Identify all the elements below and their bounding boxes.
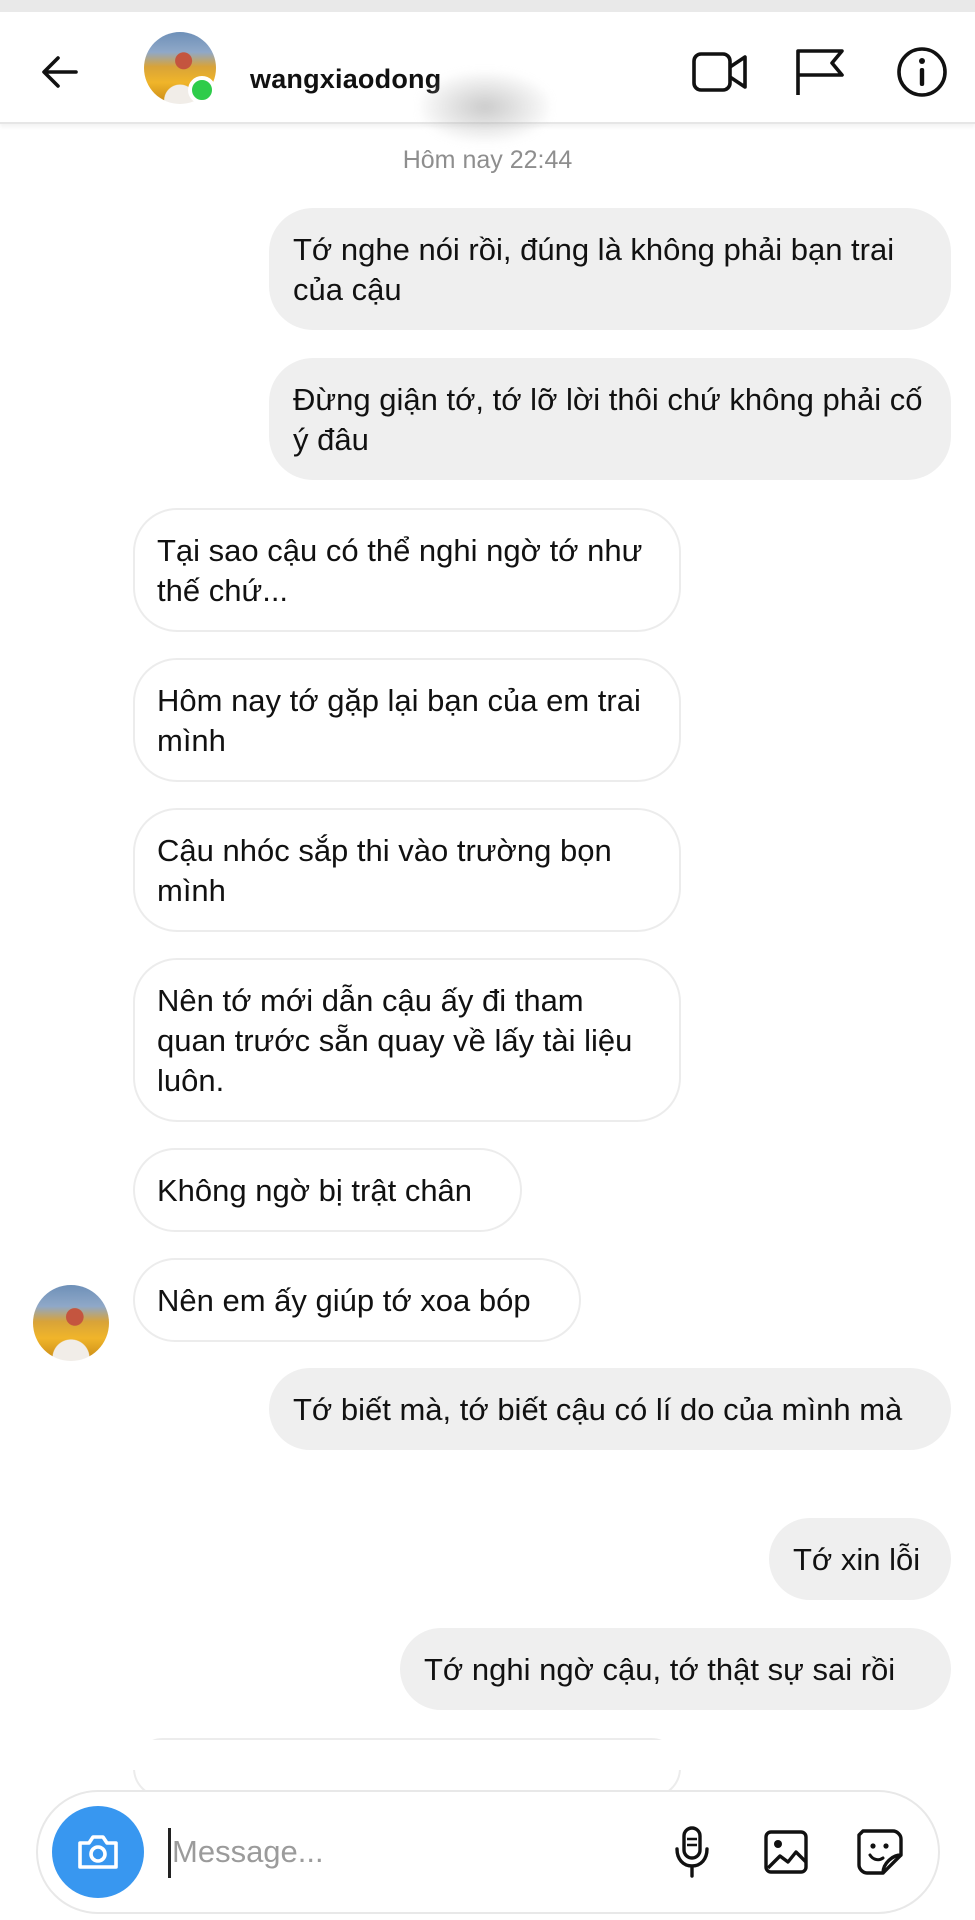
blurred-area [420,72,550,142]
outgoing-message[interactable]: Tớ xin lỗi [769,1518,951,1600]
contact-avatar-button[interactable] [144,32,216,104]
camera-icon [78,1835,118,1869]
status-strip [0,0,975,12]
gallery-icon [764,1830,808,1874]
video-call-button[interactable] [688,40,752,104]
sender-avatar[interactable] [33,1285,109,1361]
incoming-message[interactable]: Hôm nay tớ gặp lại bạn của em trai mình [133,658,681,782]
online-status-dot [188,76,216,104]
back-button[interactable] [30,42,90,102]
gallery-button[interactable] [750,1816,822,1888]
video-call-icon [692,52,747,92]
back-arrow-icon [42,56,78,88]
incoming-message[interactable]: Nên tớ mới dẫn cậu ấy đi tham quan trước… [133,958,681,1122]
sticker-button[interactable] [844,1816,916,1888]
info-button[interactable] [890,40,954,104]
message-timestamp: Hôm nay 22:44 [402,146,573,174]
composer-backdrop [0,1740,975,1770]
contact-username[interactable]: wangxiaodong [250,64,441,95]
incoming-message[interactable]: Tại sao cậu có thể nghi ngờ tớ như thế c… [133,508,681,632]
outgoing-message[interactable]: Tớ nghi ngờ cậu, tớ thật sự sai rồi [400,1628,951,1710]
flag-icon [796,49,844,95]
voice-message-button[interactable] [656,1816,728,1888]
sticker-icon [857,1829,903,1875]
incoming-message[interactable]: Nên em ấy giúp tớ xoa bóp [133,1258,581,1342]
info-icon [897,47,947,97]
incoming-message[interactable]: Không ngờ bị trật chân [133,1148,522,1232]
report-button[interactable] [788,40,852,104]
outgoing-message[interactable]: Đừng giận tớ, tớ lỡ lời thôi chứ không p… [269,358,951,480]
chat-header: wangxiaodong [0,12,975,142]
incoming-message[interactable]: Cậu nhóc sắp thi vào trường bọn mình [133,808,681,932]
text-cursor [168,1828,171,1878]
message-composer [36,1790,940,1914]
message-input[interactable] [172,1824,552,1880]
microphone-icon [675,1826,709,1878]
outgoing-message[interactable]: Tớ nghe nói rồi, đúng là không phải bạn … [269,208,951,330]
camera-button[interactable] [52,1806,144,1898]
outgoing-message[interactable]: Tớ biết mà, tớ biết cậu có lí do của mìn… [269,1368,951,1450]
